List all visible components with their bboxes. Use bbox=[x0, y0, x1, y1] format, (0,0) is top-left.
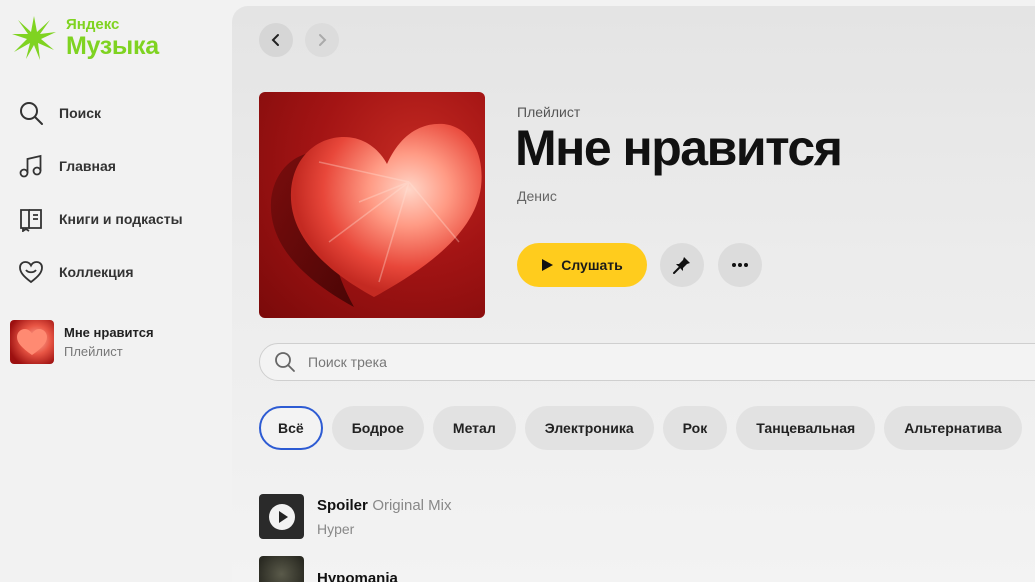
book-icon bbox=[20, 208, 42, 232]
play-icon bbox=[542, 259, 554, 271]
forward-button[interactable] bbox=[305, 23, 339, 57]
play-circle-icon bbox=[268, 503, 295, 530]
chip-all[interactable]: Всё bbox=[259, 406, 323, 450]
pin-icon bbox=[673, 257, 690, 274]
sidebar: Яндекс Музыка Поиск Главная Книги и подк… bbox=[0, 0, 232, 582]
track-row[interactable]: Hypomania bbox=[259, 556, 398, 582]
sidebar-item-label: Главная bbox=[59, 157, 116, 174]
playlist-owner[interactable]: Денис bbox=[517, 188, 557, 204]
chip-electronic[interactable]: Электроника bbox=[524, 406, 654, 450]
playlist-type-label: Плейлист bbox=[517, 104, 581, 120]
track-version: Original Mix bbox=[372, 496, 452, 514]
track-search-input[interactable] bbox=[308, 354, 908, 370]
search-icon bbox=[275, 352, 295, 372]
heart-cover-icon bbox=[17, 329, 47, 355]
music-note-icon bbox=[19, 154, 42, 177]
main-panel: Плейлист Мне нравится Денис Слушать Всё … bbox=[232, 6, 1035, 582]
sidebar-playlist-liked[interactable]: Мне нравится Плейлист bbox=[10, 320, 154, 364]
genre-filter-chips: Всё Бодрое Метал Электроника Рок Танцева… bbox=[259, 406, 1031, 450]
back-button[interactable] bbox=[259, 23, 293, 57]
sidebar-nav: Поиск Главная Книги и подкасты Коллекция bbox=[18, 86, 183, 298]
logo-burst-icon bbox=[12, 16, 56, 60]
more-icon bbox=[732, 263, 748, 267]
track-cover[interactable] bbox=[259, 556, 304, 582]
track-title[interactable]: Hypomania bbox=[317, 570, 398, 582]
playlist-thumbnail bbox=[10, 320, 54, 364]
sidebar-item-search[interactable]: Поиск bbox=[18, 86, 183, 139]
sidebar-item-books[interactable]: Книги и подкасты bbox=[18, 192, 183, 245]
sidebar-item-collection[interactable]: Коллекция bbox=[18, 245, 183, 298]
logo-small-text: Яндекс bbox=[66, 16, 120, 33]
sidebar-item-label: Книги и подкасты bbox=[59, 210, 183, 227]
track-artist[interactable]: Hyper bbox=[317, 521, 452, 537]
chip-alternative[interactable]: Альтернатива bbox=[884, 406, 1022, 450]
chip-dance[interactable]: Танцевальная bbox=[736, 406, 876, 450]
heart-3d-cover-image bbox=[270, 123, 482, 307]
sidebar-playlist-title: Мне нравится bbox=[64, 325, 154, 340]
play-button[interactable]: Слушать bbox=[517, 243, 647, 287]
pin-button[interactable] bbox=[660, 243, 704, 287]
chevron-right-icon bbox=[319, 34, 327, 46]
sidebar-item-label: Коллекция bbox=[59, 263, 134, 280]
chevron-left-icon bbox=[271, 34, 279, 46]
chip-upbeat[interactable]: Бодрое bbox=[331, 406, 424, 450]
logo-big-text: Музыка bbox=[66, 32, 159, 60]
heart-icon bbox=[19, 260, 43, 283]
track-title[interactable]: Spoiler bbox=[317, 497, 368, 514]
track-search[interactable] bbox=[259, 343, 1035, 381]
play-button-label: Слушать bbox=[561, 257, 623, 273]
chip-rock[interactable]: Рок bbox=[662, 406, 728, 450]
track-cover[interactable] bbox=[259, 494, 304, 539]
more-button[interactable] bbox=[718, 243, 762, 287]
logo[interactable]: Яндекс Музыка bbox=[10, 14, 159, 62]
page-title: Мне нравится bbox=[515, 120, 843, 176]
search-icon bbox=[20, 101, 43, 125]
track-row[interactable]: Spoiler Original Mix Hyper bbox=[259, 494, 452, 539]
sidebar-item-home[interactable]: Главная bbox=[18, 139, 183, 192]
sidebar-item-label: Поиск bbox=[59, 104, 102, 121]
chip-metal[interactable]: Метал bbox=[432, 406, 516, 450]
playlist-cover bbox=[259, 92, 485, 318]
sidebar-playlist-subtitle: Плейлист bbox=[64, 344, 123, 359]
